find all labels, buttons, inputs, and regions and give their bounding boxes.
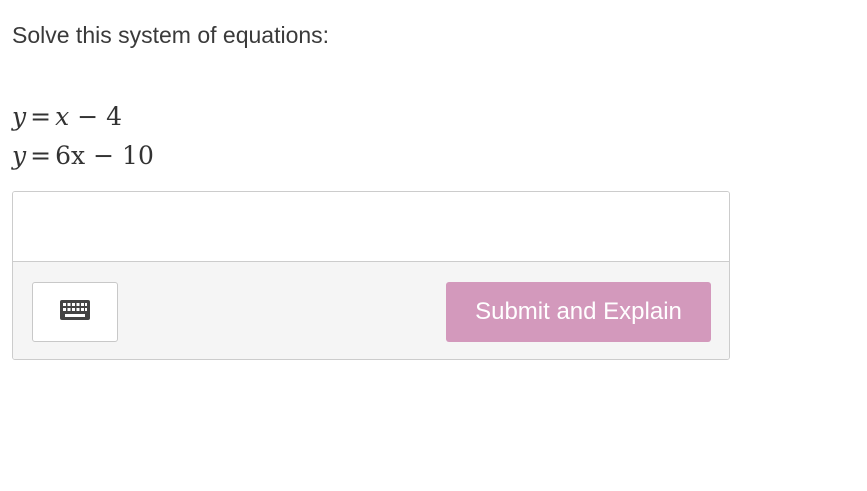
submit-and-explain-button[interactable]: Submit and Explain [446, 282, 711, 342]
answer-toolbar: Submit and Explain [13, 262, 729, 359]
equation-2: y = 6x − 10 [12, 136, 154, 175]
equation-1-lhs: y [12, 102, 27, 131]
equation-1-term-2: 4 [106, 102, 123, 131]
equation-2-term-1: 6x [55, 141, 86, 170]
keyboard-button[interactable] [32, 282, 118, 342]
answer-input[interactable] [13, 192, 729, 262]
equation-1: y = x − 4 [12, 97, 154, 136]
answer-box: Submit and Explain [12, 191, 730, 360]
equation-2-term-2: 10 [122, 141, 154, 170]
equation-2-lhs: y [12, 141, 27, 170]
equation-1-relation: = [30, 102, 52, 131]
equation-2-relation: = [30, 141, 52, 170]
keyboard-icon [60, 299, 90, 325]
equation-1-term-1: x [55, 102, 70, 131]
question-prompt: Solve this system of equations: [12, 22, 330, 48]
equation-1-operator: − [77, 102, 99, 131]
equation-2-operator: − [93, 141, 115, 170]
equation-system: y = x − 4 y = 6x − 10 [12, 97, 154, 175]
